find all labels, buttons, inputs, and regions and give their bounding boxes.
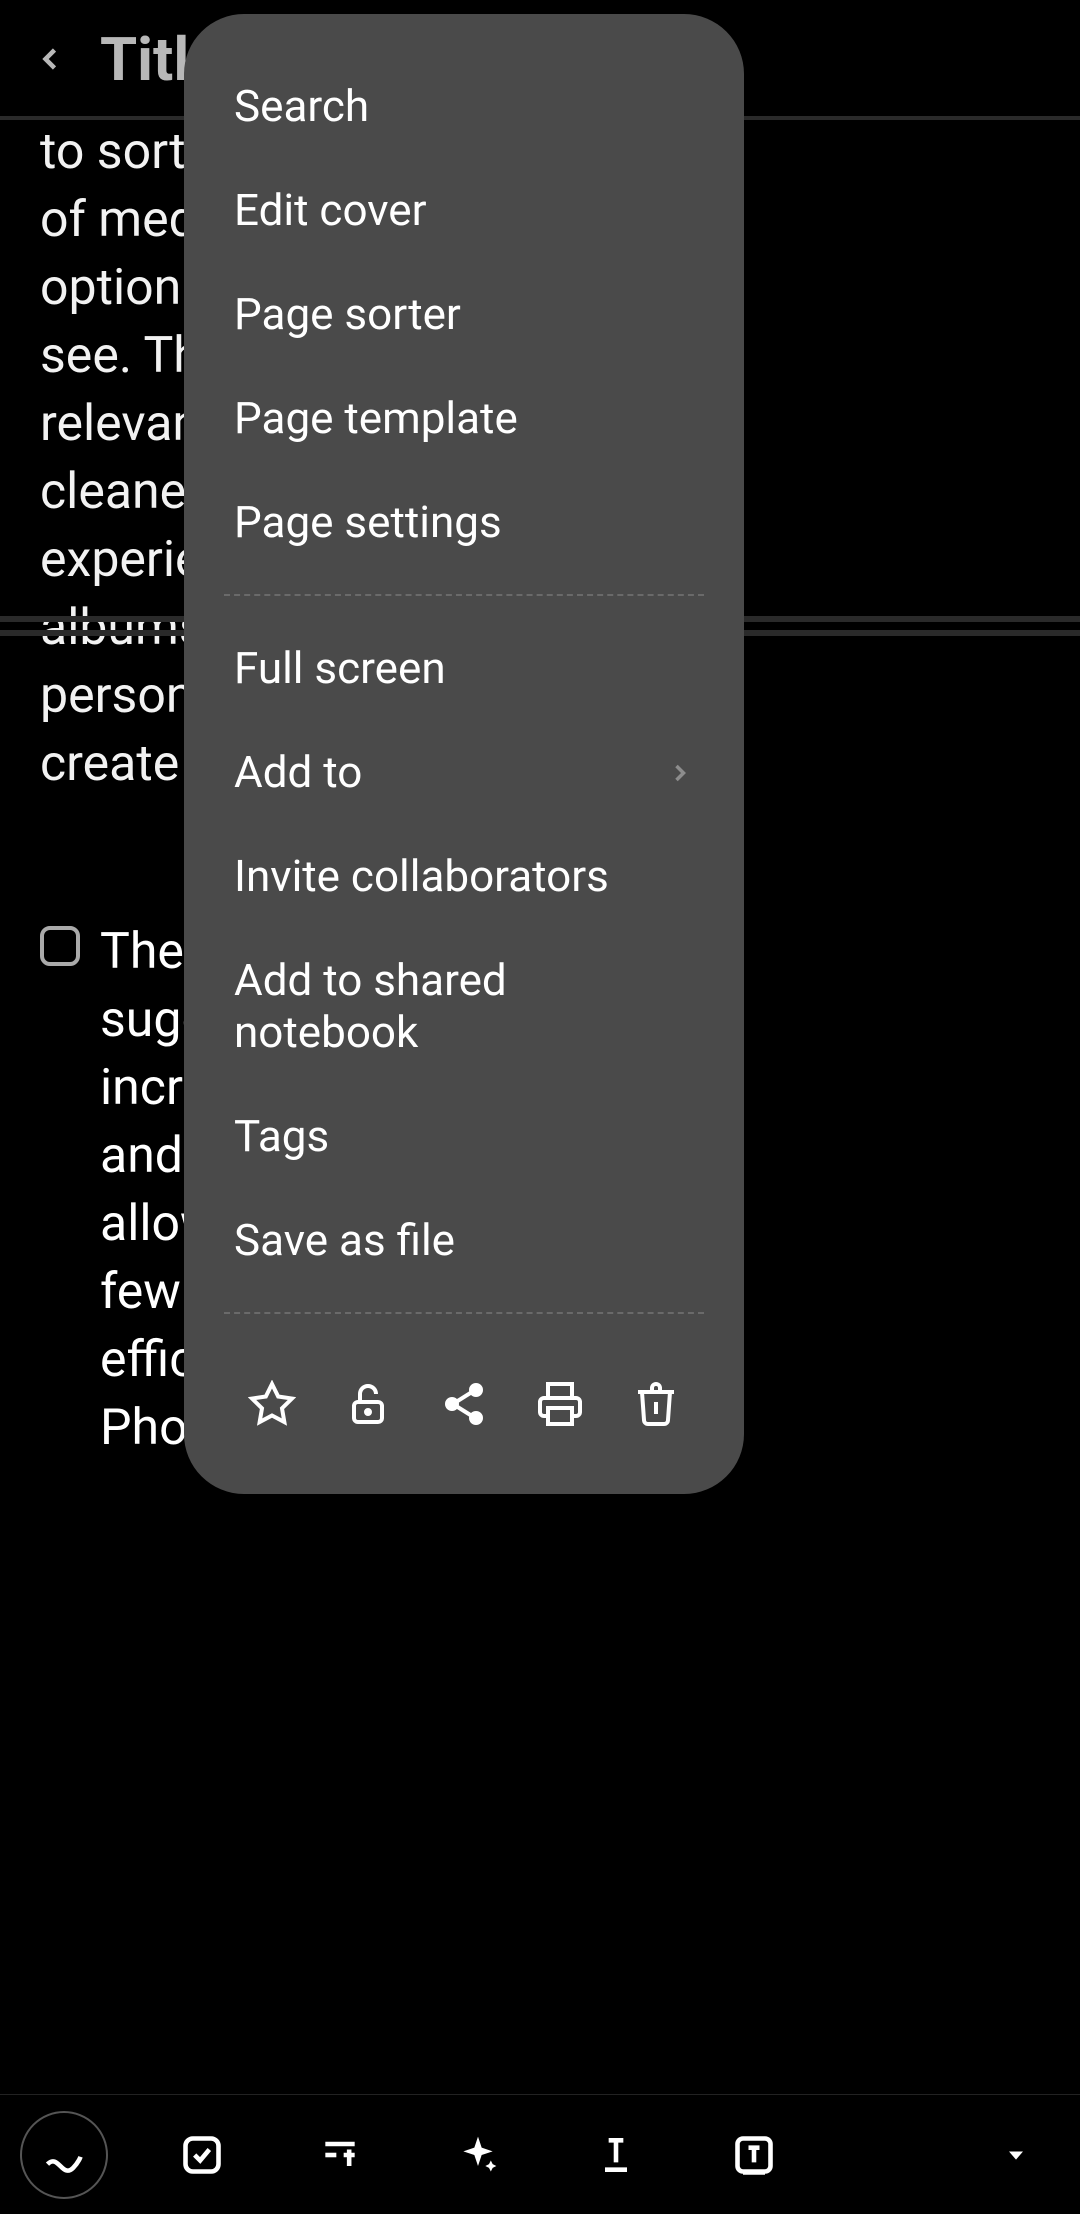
page-title: Titl (100, 24, 189, 95)
lock-button[interactable] (338, 1374, 398, 1434)
menu-divider (224, 1312, 704, 1314)
menu-item-tags[interactable]: Tags (184, 1084, 744, 1188)
trash-icon (632, 1380, 680, 1428)
text-format-button[interactable] (296, 2111, 384, 2199)
share-button[interactable] (434, 1374, 494, 1434)
draw-button[interactable] (20, 2111, 108, 2199)
text-underline-icon (594, 2133, 638, 2177)
menu-item-page-settings[interactable]: Page settings (184, 470, 744, 574)
share-icon (440, 1380, 488, 1428)
favorite-button[interactable] (242, 1374, 302, 1434)
menu-item-save-as-file[interactable]: Save as file (184, 1188, 744, 1292)
checkbox-tool-button[interactable] (158, 2111, 246, 2199)
menu-item-search[interactable]: Search (184, 54, 744, 158)
bottom-toolbar (0, 2094, 1080, 2214)
caret-down-icon (1002, 2141, 1030, 2169)
menu-item-add-to-shared-notebook[interactable]: Add to shared notebook (184, 928, 744, 1084)
menu-label: Edit cover (234, 184, 427, 236)
text-format-icon (318, 2133, 362, 2177)
unlock-icon (344, 1380, 392, 1428)
delete-button[interactable] (626, 1374, 686, 1434)
text-box-icon (732, 2133, 776, 2177)
menu-item-add-to[interactable]: Add to (184, 720, 744, 824)
checkbox-icon (180, 2133, 224, 2177)
back-button[interactable] (30, 39, 70, 79)
menu-item-full-screen[interactable]: Full screen (184, 616, 744, 720)
menu-item-invite-collaborators[interactable]: Invite collaborators (184, 824, 744, 928)
menu-divider (224, 594, 704, 596)
menu-label: Search (234, 80, 369, 132)
text-style-button[interactable] (572, 2111, 660, 2199)
menu-label: Add to (234, 746, 362, 798)
star-icon (248, 1380, 296, 1428)
menu-label: Add to shared notebook (234, 954, 694, 1058)
menu-label: Page sorter (234, 288, 461, 340)
chevron-left-icon (32, 41, 68, 77)
menu-item-page-template[interactable]: Page template (184, 366, 744, 470)
context-menu: Search Edit cover Page sorter Page templ… (184, 14, 744, 1494)
chevron-right-icon (666, 746, 694, 798)
menu-icon-row (184, 1334, 744, 1454)
more-button[interactable] (972, 2111, 1060, 2199)
sparkle-icon (456, 2133, 500, 2177)
menu-label: Full screen (234, 642, 446, 694)
ai-button[interactable] (434, 2111, 522, 2199)
menu-label: Page template (234, 392, 518, 444)
todo-checkbox[interactable] (40, 926, 80, 966)
menu-item-edit-cover[interactable]: Edit cover (184, 158, 744, 262)
menu-label: Save as file (234, 1214, 455, 1266)
menu-label: Page settings (234, 496, 502, 548)
menu-label: Tags (234, 1110, 329, 1162)
draw-icon (42, 2133, 86, 2177)
text-box-button[interactable] (710, 2111, 798, 2199)
print-button[interactable] (530, 1374, 590, 1434)
menu-item-page-sorter[interactable]: Page sorter (184, 262, 744, 366)
menu-label: Invite collaborators (234, 850, 609, 902)
printer-icon (536, 1380, 584, 1428)
